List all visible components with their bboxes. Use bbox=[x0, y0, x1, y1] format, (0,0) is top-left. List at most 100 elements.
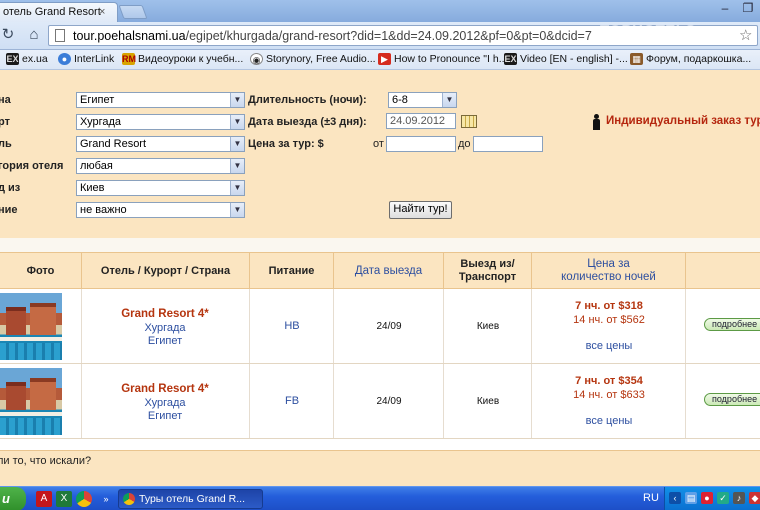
results-table: Фото Отель / Курорт / Страна Питание Дат… bbox=[0, 252, 760, 450]
volume-icon[interactable]: ♪ bbox=[733, 492, 745, 504]
forum-icon: ▦ bbox=[630, 53, 643, 65]
reload-icon[interactable]: ↻ bbox=[0, 25, 18, 45]
find-tour-button[interactable]: Найти тур! bbox=[389, 201, 452, 219]
maximize-icon[interactable]: ❐ bbox=[735, 1, 760, 16]
tray-arrow-icon[interactable]: ‹ bbox=[669, 492, 681, 504]
meal-value: FB bbox=[284, 395, 300, 407]
bookmark-item[interactable]: ◉ Storynory, Free Audio... bbox=[250, 53, 376, 65]
chrome-icon[interactable] bbox=[76, 491, 92, 507]
chevron-down-icon: ▼ bbox=[230, 137, 244, 151]
header-meal: Питание bbox=[250, 253, 334, 289]
browser-tab[interactable]: отель Grand Resort × bbox=[0, 2, 118, 22]
chevron-down-icon: ▼ bbox=[442, 93, 456, 107]
rm-icon: RM bbox=[122, 53, 136, 65]
date-input[interactable]: 24.09.2012 bbox=[386, 113, 456, 129]
globe-icon: ● bbox=[58, 53, 71, 65]
price-main: 7 нч. от $318 bbox=[575, 300, 643, 312]
hotel-name-link[interactable]: Grand Resort 4* bbox=[82, 308, 248, 320]
country-link[interactable]: Египет bbox=[82, 335, 248, 347]
url-text[interactable]: tour.poehalsnami.ua/egipet/khurgada/gran… bbox=[73, 29, 592, 43]
resort-select[interactable]: Хургада ▼ bbox=[76, 114, 245, 130]
update-icon[interactable]: ✓ bbox=[717, 492, 729, 504]
departure-city: Киев bbox=[476, 396, 500, 407]
bookmark-item[interactable]: ▦ Форум, подаркошка... bbox=[630, 53, 751, 65]
table-row: Grand Resort 4* Хургада Египет HB 24/09 … bbox=[0, 289, 760, 364]
bookmark-item[interactable]: ▶ How to Pronounce "I h... bbox=[378, 53, 507, 65]
language-indicator[interactable]: RU bbox=[643, 492, 659, 504]
home-icon[interactable]: ⌂ bbox=[24, 25, 44, 45]
price-from-input[interactable] bbox=[386, 136, 456, 152]
ex-ua-icon: EX bbox=[6, 53, 19, 65]
table-header: Фото Отель / Курорт / Страна Питание Дат… bbox=[0, 252, 760, 289]
hotel-photo[interactable] bbox=[0, 293, 62, 360]
pdf-icon[interactable]: A bbox=[36, 491, 52, 507]
found-question: ли то, что искали? bbox=[0, 455, 92, 467]
resort-link[interactable]: Хургада bbox=[82, 322, 248, 334]
meal-label: ние bbox=[0, 204, 18, 216]
price-from-label: от bbox=[373, 138, 384, 150]
duration-select[interactable]: 6-8 ▼ bbox=[388, 92, 457, 108]
hotel-select[interactable]: Grand Resort ▼ bbox=[76, 136, 245, 152]
price-label: Цена за тур: $ bbox=[248, 138, 324, 150]
date-label: Дата выезда (±3 дня): bbox=[248, 116, 367, 128]
details-button[interactable]: подробнее bbox=[704, 318, 760, 331]
taskbar-chrome-window[interactable]: Туры отель Grand R... bbox=[118, 489, 263, 509]
all-prices-link[interactable]: все цены bbox=[532, 415, 686, 427]
chevron-down-icon: ▼ bbox=[230, 159, 244, 173]
country-select[interactable]: Египет ▼ bbox=[76, 92, 245, 108]
departure-date: 24/09 bbox=[376, 321, 402, 332]
excel-icon[interactable]: X bbox=[56, 491, 72, 507]
chevron-down-icon: ▼ bbox=[230, 203, 244, 217]
chevron-down-icon: ▼ bbox=[230, 181, 244, 195]
meal-select[interactable]: не важно ▼ bbox=[76, 202, 245, 218]
calendar-icon[interactable] bbox=[461, 115, 477, 128]
hotel-photo[interactable] bbox=[0, 368, 62, 435]
tab-close-icon[interactable]: × bbox=[99, 6, 105, 18]
details-button[interactable]: подробнее bbox=[704, 393, 760, 406]
price-to-label: до bbox=[458, 138, 471, 150]
duration-label: Длительность (ночи): bbox=[248, 94, 367, 106]
price-to-input[interactable] bbox=[473, 136, 543, 152]
youtube-icon: ▶ bbox=[378, 53, 391, 65]
header-hotel: Отель / Курорт / Страна bbox=[82, 253, 250, 289]
price-alt: 14 нч. от $562 bbox=[573, 314, 645, 326]
bookmark-star-icon[interactable]: ☆ bbox=[739, 26, 752, 44]
system-tray: ‹ ▤ ● ✓ ♪ ◆ bbox=[664, 487, 760, 510]
new-tab-button[interactable] bbox=[118, 5, 148, 19]
tab-title: отель Grand Resort bbox=[3, 6, 101, 18]
ex-ua-icon: EX bbox=[504, 53, 517, 65]
start-button[interactable]: и bbox=[0, 487, 26, 510]
all-prices-link[interactable]: все цены bbox=[532, 340, 686, 352]
separator bbox=[0, 238, 760, 252]
bookmark-item[interactable]: RM Видеоуроки к учебн... bbox=[122, 53, 243, 65]
bookmark-item[interactable]: ● InterLink bbox=[58, 53, 114, 65]
country-link[interactable]: Египет bbox=[82, 410, 248, 422]
resort-link[interactable]: Хургада bbox=[82, 397, 248, 409]
custom-order-link[interactable]: Индивидуальный заказ тур bbox=[606, 115, 760, 127]
bookmarks-bar: EX ex.ua ● InterLink RM Видеоуроки к уче… bbox=[0, 50, 760, 70]
taskbar: и A X » Туры отель Grand R... RU ‹ ▤ ● ✓… bbox=[0, 486, 760, 510]
departure-city-select[interactable]: Киев ▼ bbox=[76, 180, 245, 196]
hotel-label: ль bbox=[0, 138, 12, 150]
person-icon bbox=[592, 114, 601, 130]
chevron-down-icon: ▼ bbox=[230, 115, 244, 129]
departure-city-label: д из bbox=[0, 182, 21, 194]
page-icon bbox=[55, 29, 65, 42]
chevron-right-icon[interactable]: » bbox=[98, 491, 114, 507]
category-select[interactable]: любая ▼ bbox=[76, 158, 245, 174]
category-label: гория отеля bbox=[0, 160, 64, 172]
antivirus-icon[interactable]: ● bbox=[701, 492, 713, 504]
header-price-sort[interactable]: Цена за количество ночей bbox=[532, 253, 686, 289]
resort-label: рт bbox=[0, 116, 10, 128]
departure-city: Киев bbox=[476, 321, 500, 332]
header-date-sort[interactable]: Дата выезда bbox=[334, 253, 444, 289]
hotel-name-link[interactable]: Grand Resort 4* bbox=[82, 383, 248, 395]
bookmark-item[interactable]: EX ex.ua bbox=[6, 53, 48, 65]
bookmark-item[interactable]: EX Video [EN - english] -... bbox=[504, 53, 628, 65]
security-icon[interactable]: ◆ bbox=[749, 492, 760, 504]
chrome-icon bbox=[123, 493, 135, 505]
network-icon[interactable]: ▤ bbox=[685, 492, 697, 504]
tab-strip: отель Grand Resort × – ❐ bbox=[0, 0, 760, 22]
storynory-icon: ◉ bbox=[250, 53, 263, 65]
price-main: 7 нч. от $354 bbox=[575, 375, 643, 387]
